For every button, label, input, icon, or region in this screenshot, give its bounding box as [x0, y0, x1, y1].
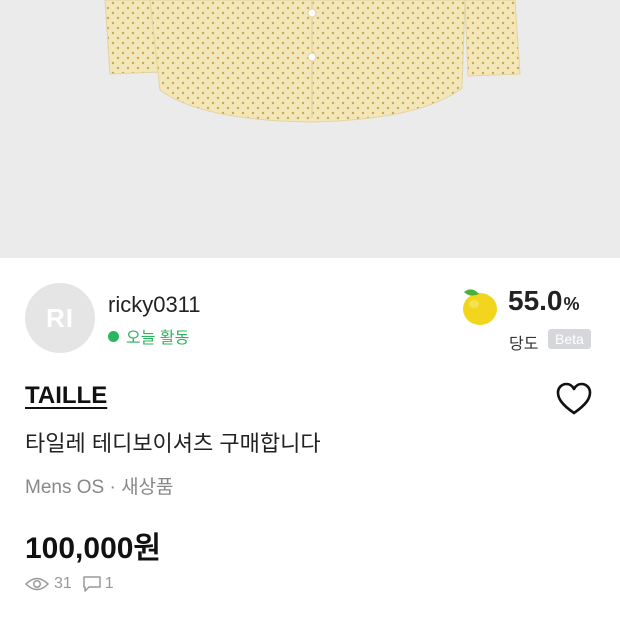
seller-username[interactable]: ricky0311 — [108, 292, 201, 318]
sweetness-value: 55.0 — [508, 285, 563, 316]
sweetness-unit: % — [563, 294, 580, 314]
comment-count: 1 — [104, 575, 114, 592]
online-dot-icon — [108, 330, 119, 342]
product-price: 100,000원 — [25, 532, 162, 565]
brand-link[interactable]: TAILLE — [25, 382, 107, 410]
heart-icon[interactable] — [555, 380, 593, 418]
post-stats: 31 1 — [25, 575, 114, 593]
comment-icon — [83, 576, 101, 592]
seller-avatar[interactable]: RI — [25, 283, 95, 353]
product-image[interactable] — [0, 0, 620, 258]
activity-label: 오늘 활동 — [126, 330, 190, 347]
product-title: 타일레 테디보이셔츠 구매합니다 — [25, 431, 321, 456]
seller-activity-status: 오늘 활동 — [108, 324, 189, 348]
apple-icon — [463, 289, 497, 325]
product-meta: Mens OS · 새상품 — [25, 477, 174, 498]
shirt-image — [104, 0, 521, 123]
eye-icon — [25, 577, 49, 591]
sweetness-score: 55.0% — [508, 285, 580, 317]
sweetness-label: 당도 — [509, 336, 539, 353]
view-count: 31 — [54, 575, 72, 592]
beta-badge: Beta — [548, 329, 591, 349]
